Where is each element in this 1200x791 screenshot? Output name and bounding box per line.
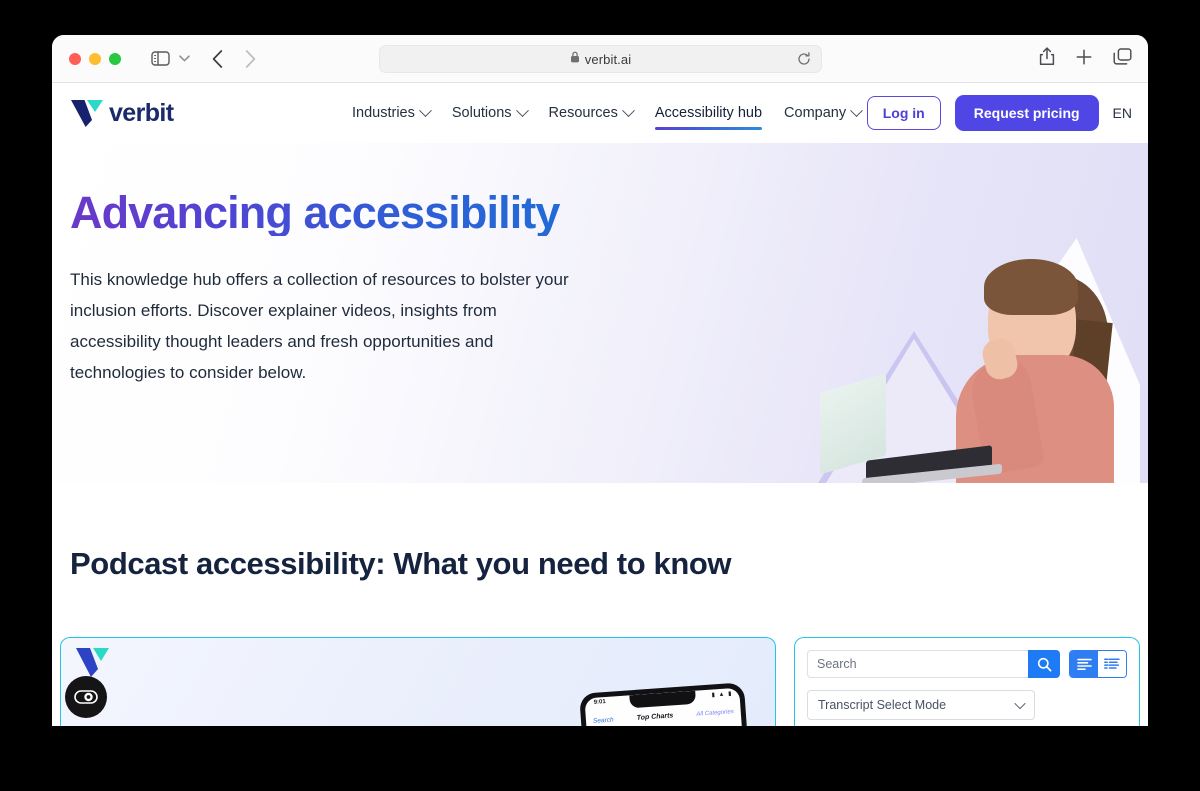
- reload-icon[interactable]: [797, 52, 811, 66]
- nav-label: Solutions: [451, 105, 512, 121]
- phone-screen: 9:01 ▮ ▲ ▮ Search Top Charts All Categor…: [584, 687, 743, 726]
- toolbar-actions: [1039, 35, 1132, 83]
- language-selector[interactable]: EN: [1113, 105, 1132, 121]
- transcript-mode-select[interactable]: Transcript Select Mode: [807, 690, 1035, 720]
- header-actions: Log in Request pricing EN: [866, 95, 1132, 131]
- login-button[interactable]: Log in: [866, 96, 941, 130]
- address-bar[interactable]: verbit.ai: [379, 45, 822, 73]
- phone-nav-bar: Search Top Charts All Categories: [586, 708, 741, 726]
- transcript-panel: Transcript Select Mode: [794, 637, 1140, 726]
- browser-window: verbit.ai verbit Industries Solutions Re…: [52, 35, 1148, 726]
- lock-icon: [570, 50, 580, 68]
- site-header: verbit Industries Solutions Resources Ac…: [52, 83, 1148, 143]
- nav-label: Industries: [352, 105, 415, 121]
- transcript-mode-label: Transcript Select Mode: [818, 698, 947, 712]
- phone-status-time: 9:01: [593, 698, 606, 706]
- chevron-down-icon: [515, 103, 529, 117]
- chevron-down-icon[interactable]: [179, 55, 190, 62]
- verbit-logo-mark-icon: [71, 100, 103, 127]
- close-window-button[interactable]: [69, 52, 81, 65]
- page-title: Advancing accessibility: [70, 189, 610, 237]
- phone-title: Top Charts: [636, 712, 674, 722]
- section-heading: Podcast accessibility: What you need to …: [70, 546, 732, 581]
- tab-overview-icon[interactable]: [1113, 48, 1132, 70]
- chevron-down-icon: [850, 103, 863, 117]
- phone-back-label[interactable]: Search: [593, 716, 614, 724]
- nav-label: Company: [784, 105, 847, 121]
- request-pricing-button[interactable]: Request pricing: [954, 95, 1099, 131]
- nav-item-solutions[interactable]: Solutions: [451, 83, 529, 143]
- hero-text-block: Advancing accessibility This knowledge h…: [70, 189, 610, 388]
- back-arrow-icon[interactable]: [212, 49, 223, 68]
- phone-categories-label[interactable]: All Categories: [696, 709, 734, 718]
- nav-item-industries[interactable]: Industries: [352, 83, 432, 143]
- plus-icon[interactable]: [1076, 49, 1092, 70]
- woman-with-laptop-photo: [818, 215, 1148, 483]
- search-icon[interactable]: [1028, 650, 1060, 678]
- phone-status-icons: ▮ ▲ ▮: [711, 691, 733, 699]
- chevron-down-icon: [621, 103, 635, 117]
- view-toggle-group: [1069, 650, 1127, 678]
- verbit-wordmark: verbit: [109, 98, 174, 127]
- document-lines-icon[interactable]: [1098, 651, 1126, 677]
- verbit-logo[interactable]: verbit: [70, 98, 174, 128]
- nav-item-resources[interactable]: Resources: [548, 83, 635, 143]
- nav-item-accessibility-hub[interactable]: Accessibility hub: [654, 83, 763, 143]
- window-controls: [69, 52, 121, 65]
- main-navigation: Industries Solutions Resources Accessibi…: [352, 83, 863, 143]
- accessibility-widget-icon[interactable]: [65, 676, 107, 718]
- active-nav-underline: [654, 127, 763, 130]
- minimize-window-button[interactable]: [89, 52, 101, 65]
- browser-toolbar: verbit.ai: [52, 35, 1148, 83]
- search-field: [807, 650, 1060, 678]
- nav-label: Accessibility hub: [654, 105, 763, 121]
- phone-mockup: 9:01 ▮ ▲ ▮ Search Top Charts All Categor…: [579, 682, 748, 726]
- nav-label: Resources: [548, 105, 618, 121]
- cards-row: 9:01 ▮ ▲ ▮ Search Top Charts All Categor…: [60, 637, 1140, 726]
- forward-arrow-icon[interactable]: [245, 49, 256, 68]
- sidebar-toggle-icon[interactable]: [151, 51, 170, 66]
- podcast-card[interactable]: 9:01 ▮ ▲ ▮ Search Top Charts All Categor…: [60, 637, 776, 726]
- align-left-icon[interactable]: [1070, 651, 1098, 677]
- hero-section: Advancing accessibility This knowledge h…: [52, 143, 1148, 483]
- share-icon[interactable]: [1039, 47, 1055, 71]
- chevron-down-icon: [419, 103, 432, 117]
- hair-top: [984, 259, 1078, 315]
- maximize-window-button[interactable]: [109, 52, 121, 65]
- url-text: verbit.ai: [584, 51, 632, 67]
- address-bar-content: verbit.ai: [570, 50, 631, 68]
- search-input[interactable]: [807, 650, 1028, 678]
- search-row: [807, 650, 1127, 678]
- phone-notch: [628, 690, 696, 709]
- hero-paragraph: This knowledge hub offers a collection o…: [70, 270, 569, 383]
- nav-item-company[interactable]: Company: [784, 83, 863, 143]
- chevron-down-icon: [1014, 697, 1026, 710]
